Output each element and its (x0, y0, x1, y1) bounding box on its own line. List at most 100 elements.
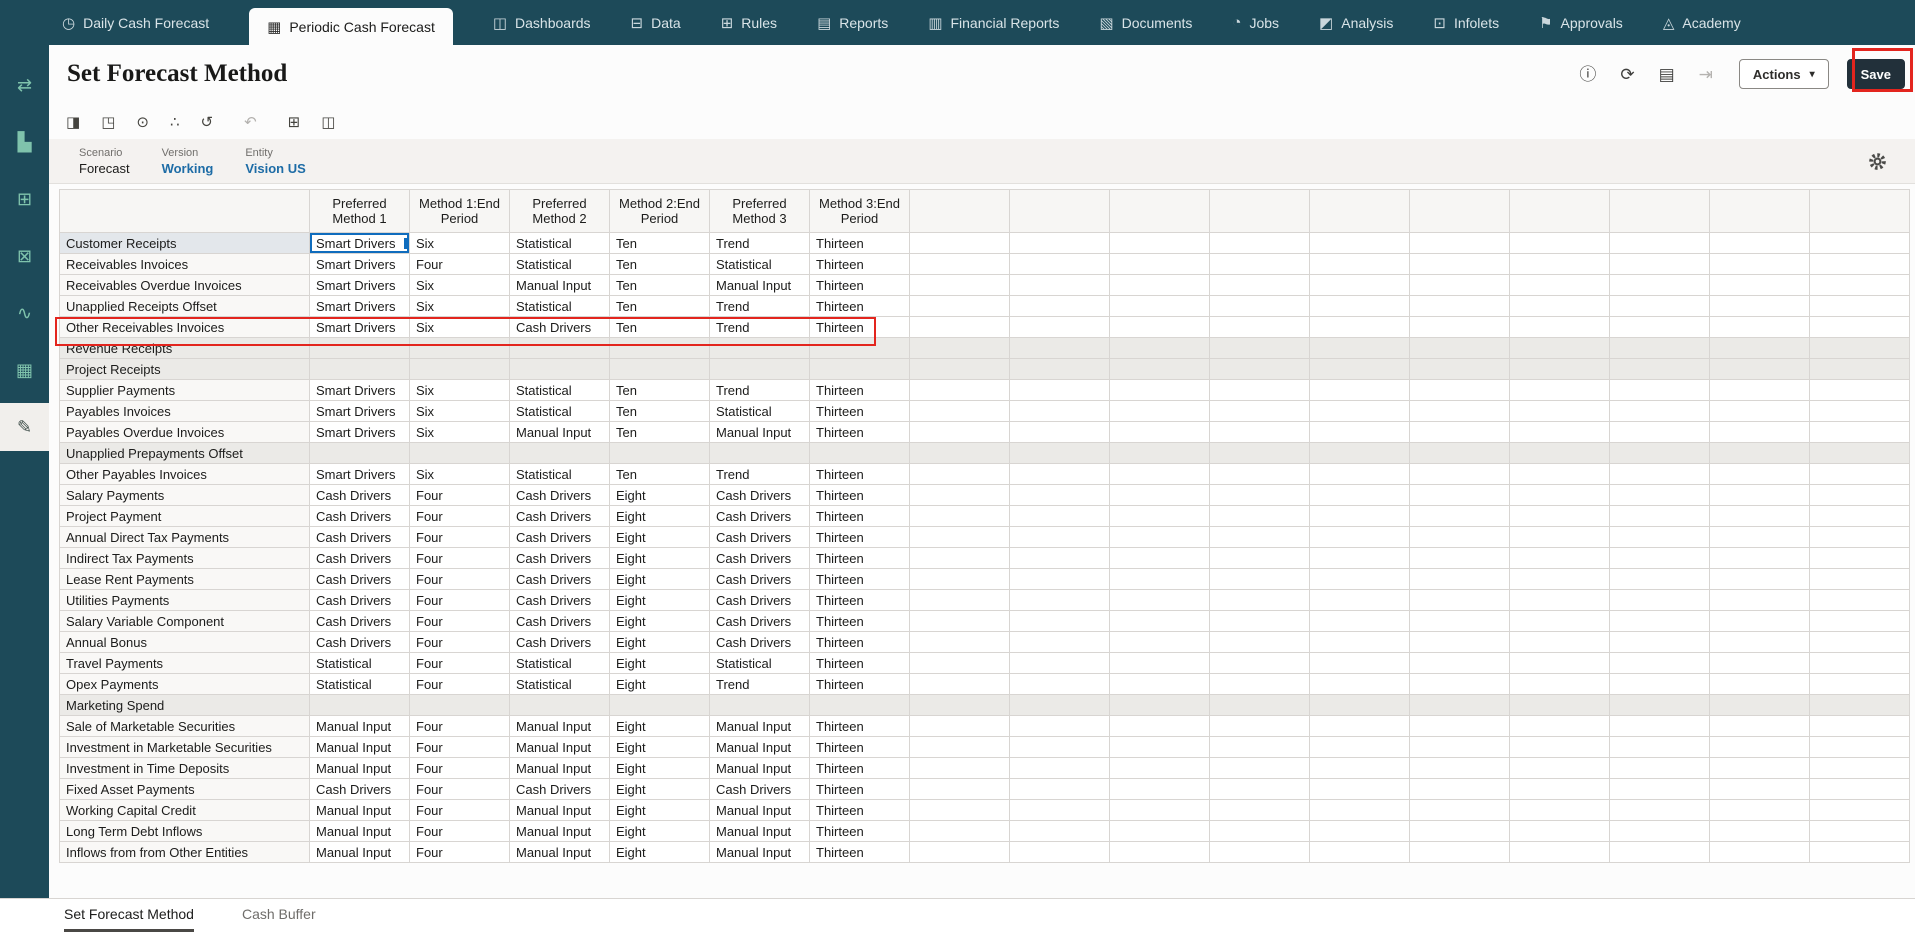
actions-button[interactable]: Actions ▾ (1738, 59, 1829, 89)
grid-cell-empty[interactable] (1309, 379, 1410, 401)
grid-cell-empty[interactable] (1609, 589, 1710, 611)
grid-cell[interactable] (409, 337, 510, 359)
grid-cell-empty[interactable] (1809, 652, 1910, 674)
grid-cell[interactable]: Cash Drivers (509, 505, 610, 527)
grid-cell[interactable] (409, 694, 510, 716)
grid-cell-empty[interactable] (1409, 694, 1510, 716)
grid-cell-empty[interactable] (1809, 463, 1910, 485)
grid-cell[interactable]: Manual Input (509, 757, 610, 779)
grid-cell[interactable]: Ten (609, 316, 710, 338)
grid-cell-empty[interactable] (1309, 358, 1410, 380)
grid-cell[interactable]: Thirteen (809, 610, 910, 632)
grid-cell[interactable]: Eight (609, 841, 710, 863)
grid-cell-empty[interactable] (1809, 253, 1910, 275)
nav-tab-dashboards[interactable]: ◫ Dashboards (493, 0, 591, 45)
grid-cell[interactable]: Thirteen (809, 484, 910, 506)
grid-cell[interactable]: Trend (709, 295, 810, 317)
grid-cell-empty[interactable] (1809, 379, 1910, 401)
row-header[interactable]: Customer Receipts (59, 232, 310, 254)
grid-cell-empty[interactable] (1209, 610, 1310, 632)
grid-cell[interactable]: Cash Drivers (309, 631, 410, 653)
grid-cell[interactable]: Manual Input (709, 820, 810, 842)
grid-cell-empty[interactable] (909, 652, 1010, 674)
grid-cell-empty[interactable] (1709, 295, 1810, 317)
grid-cell-empty[interactable] (1609, 778, 1710, 800)
grid-cell-empty[interactable] (1409, 736, 1510, 758)
grid-cell[interactable]: Eight (609, 820, 710, 842)
grid-cell-empty[interactable] (1309, 820, 1410, 842)
grid-cell-empty[interactable] (1609, 232, 1710, 254)
grid-cell[interactable]: Ten (609, 274, 710, 296)
grid-cell[interactable]: Eight (609, 652, 710, 674)
grid-cell-empty[interactable] (1309, 841, 1410, 863)
grid-cell-empty[interactable] (1509, 736, 1610, 758)
grid-cell-empty[interactable] (1709, 484, 1810, 506)
grid-cell-empty[interactable] (909, 463, 1010, 485)
grid-cell-empty[interactable] (1109, 337, 1210, 359)
grid-cell[interactable]: Statistical (709, 400, 810, 422)
save-button[interactable]: Save (1846, 59, 1905, 89)
grid-cell-empty[interactable] (1709, 757, 1810, 779)
grid-cell[interactable]: Four (409, 253, 510, 275)
grid-cell-empty[interactable] (1809, 757, 1910, 779)
grid-cell-empty[interactable] (1009, 358, 1110, 380)
grid-cell-empty[interactable] (1609, 694, 1710, 716)
grid-cell-empty[interactable] (1009, 694, 1110, 716)
pov-window-icon[interactable]: ◳ (101, 115, 115, 130)
grid-cell-empty[interactable] (1309, 337, 1410, 359)
grid-cell-empty[interactable] (1109, 631, 1210, 653)
grid-cell[interactable] (609, 337, 710, 359)
grid-cell[interactable]: Thirteen (809, 778, 910, 800)
grid-cell[interactable]: Manual Input (509, 736, 610, 758)
grid-cell-empty[interactable] (1709, 631, 1810, 653)
grid-cell-empty[interactable] (1209, 421, 1310, 443)
grid-cell-empty[interactable] (1509, 505, 1610, 527)
grid-cell[interactable]: Four (409, 799, 510, 821)
grid-cell-empty[interactable] (1709, 379, 1810, 401)
grid-cell-empty[interactable] (1209, 547, 1310, 569)
grid-cell-empty[interactable] (1309, 505, 1410, 527)
grid-cell-empty[interactable] (1409, 526, 1510, 548)
grid-cell-empty[interactable] (1809, 841, 1910, 863)
grid-cell[interactable]: Thirteen (809, 463, 910, 485)
grid-cell-empty[interactable] (909, 547, 1010, 569)
grid-cell-empty[interactable] (1509, 547, 1610, 569)
grid-cell-empty[interactable] (1009, 799, 1110, 821)
grid-cell[interactable]: Ten (609, 379, 710, 401)
grid-cell[interactable]: Ten (609, 421, 710, 443)
grid-cell[interactable]: Smart Drivers (309, 253, 410, 275)
grid-cell-empty[interactable] (1409, 673, 1510, 695)
row-header[interactable]: Other Receivables Invoices (59, 316, 310, 338)
grid-cell[interactable] (809, 358, 910, 380)
grid-cell[interactable] (809, 694, 910, 716)
grid-cell-empty[interactable] (909, 400, 1010, 422)
grid-cell-empty[interactable] (1609, 358, 1710, 380)
grid-cell-empty[interactable] (1309, 736, 1410, 758)
grid-cell-empty[interactable] (1409, 442, 1510, 464)
grid-cell-empty[interactable] (1409, 610, 1510, 632)
grid-cell[interactable]: Statistical (709, 652, 810, 674)
grid-cell-empty[interactable] (1809, 232, 1910, 254)
grid-cell-empty[interactable] (1209, 337, 1310, 359)
column-header-method-3-end-period[interactable]: Method 3:End Period (809, 189, 910, 233)
grid-cell[interactable]: Statistical (709, 253, 810, 275)
flows-icon[interactable]: ⇄ (0, 61, 49, 109)
grid-cell[interactable]: Manual Input (509, 820, 610, 842)
grid-cell-empty[interactable] (1809, 505, 1910, 527)
grid-cell-empty[interactable] (1609, 463, 1710, 485)
grid-cell[interactable]: Thirteen (809, 841, 910, 863)
row-header[interactable]: Annual Bonus (59, 631, 310, 653)
grid-cell-empty[interactable] (1209, 484, 1310, 506)
grid-cell-empty[interactable] (1109, 757, 1210, 779)
grid-cell[interactable]: Eight (609, 526, 710, 548)
grid-cell[interactable]: Four (409, 568, 510, 590)
grid-cell-empty[interactable] (1309, 715, 1410, 737)
grid-cell-empty[interactable] (1009, 337, 1110, 359)
grid-cell[interactable]: Manual Input (309, 757, 410, 779)
grid-cell-empty[interactable] (1109, 421, 1210, 443)
grid-cell-empty[interactable] (1509, 820, 1610, 842)
grid-cell-empty[interactable] (1009, 841, 1110, 863)
grid-cell-empty[interactable] (1409, 400, 1510, 422)
hierarchy-icon[interactable]: ∴ (170, 115, 180, 130)
grid-cell-empty[interactable] (1609, 421, 1710, 443)
